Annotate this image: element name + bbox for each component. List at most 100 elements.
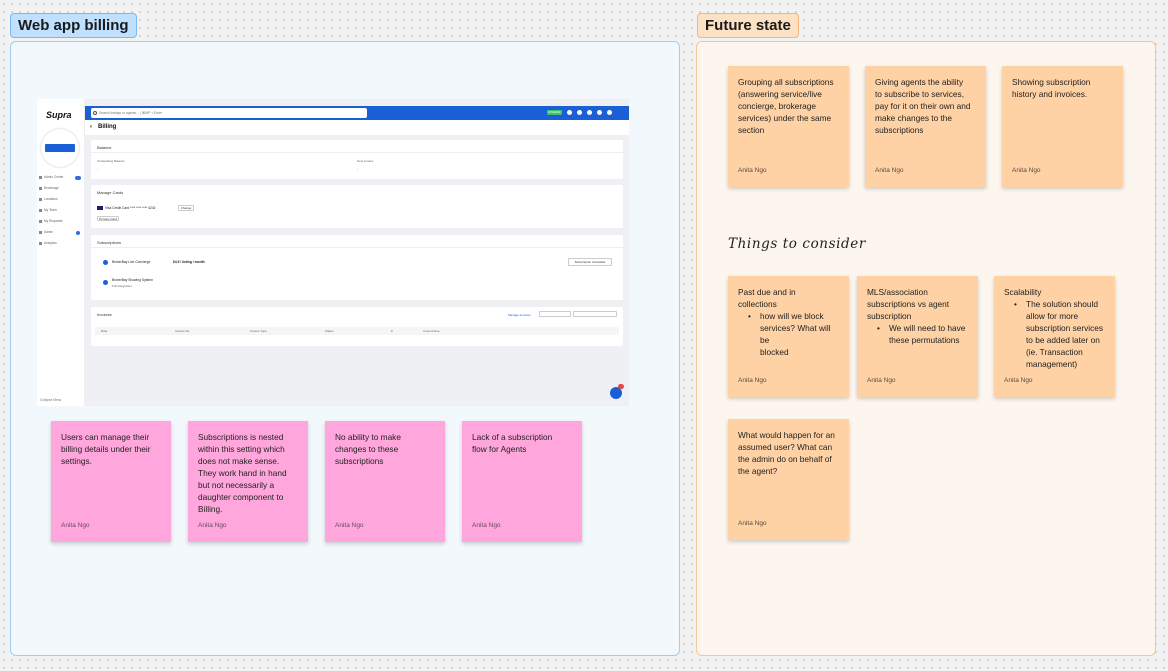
app-sidebar: Supra Admin Center Brokerage Locations M… <box>37 99 85 406</box>
column-invoice-type: Invoice Type <box>250 329 267 333</box>
sticky-title: MLS/association subscriptions vs agent s… <box>867 287 950 321</box>
section-title-future-state[interactable]: Future state <box>697 13 799 38</box>
invoice-table-header: Date Invoice No. Invoice Type Status # A… <box>95 327 619 335</box>
sticky-text: Subscriptions is nested within this sett… <box>198 432 287 514</box>
sticky-author: Anita Ngo <box>738 377 767 384</box>
bullet-item: how will we block services? What will be… <box>738 310 839 358</box>
column-status: Status <box>325 329 334 333</box>
sidebar-item-locations: Locations <box>39 197 58 203</box>
sticky-note[interactable]: Showing subscription history and invoice… <box>1002 66 1123 187</box>
notification-badge <box>618 384 624 389</box>
notification-badge <box>75 176 81 180</box>
billing-app-screenshot[interactable]: Supra Admin Center Brokerage Locations M… <box>37 99 629 406</box>
date-filter-end <box>573 311 617 317</box>
subscription-sub: Full Integration <box>112 284 132 288</box>
column-hash: # <box>391 329 393 333</box>
sticky-note[interactable]: No ability to make changes to these subs… <box>325 421 445 542</box>
sticky-author: Anita Ngo <box>867 377 896 384</box>
divider <box>91 247 623 248</box>
balance-heading: Balance <box>97 145 112 150</box>
subscription-icon <box>103 260 108 265</box>
balance-card: Balance Outstanding Balance - Next invoi… <box>91 140 623 179</box>
section-title-web-app-billing[interactable]: Web app billing <box>10 13 137 38</box>
sticky-author: Anita Ngo <box>875 167 904 174</box>
search-input: Search listings or agents... | ⌘MP + Ent… <box>91 108 367 118</box>
subscription-price: $4.5 / listing / month <box>173 260 205 264</box>
sticky-title: Scalability <box>1004 287 1042 297</box>
sidebar-item-label: Analytics <box>44 241 57 245</box>
subscription-name: BrokerBay Live Concierge <box>112 260 151 264</box>
sticky-note[interactable]: Past due and in collections how will we … <box>728 276 849 397</box>
column-amount-due: Amount Due <box>423 329 440 333</box>
bullet-item: The solution should allow for more subsc… <box>1004 298 1105 370</box>
sticky-author: Anita Ngo <box>738 520 767 527</box>
page-header: ‹ Billing <box>85 120 629 135</box>
sidebar-item-label: Admin Center <box>44 175 64 179</box>
sticky-title: Past due and in collections <box>738 287 796 309</box>
sticky-text: Giving agents the ability to subscribe t… <box>875 77 971 135</box>
sticky-author: Anita Ngo <box>738 167 767 174</box>
subscription-name: BrokerBay Showing System <box>112 278 153 282</box>
sticky-bullets: The solution should allow for more subsc… <box>1004 298 1105 370</box>
next-invoice-value: - <box>357 167 359 171</box>
manage-cards-card: Manage Cards Visa Credit Card **** **** … <box>91 185 623 228</box>
visa-card-icon <box>97 206 103 210</box>
outstanding-balance-value: - <box>97 167 99 171</box>
sidebar-item-brokerage: Brokerage <box>39 186 59 192</box>
sidebar-item-label: My Requests <box>44 219 63 223</box>
things-to-consider-heading[interactable]: Things to consider <box>728 236 866 252</box>
next-invoice-label: Next invoice <box>357 159 374 163</box>
search-icon <box>93 111 97 115</box>
sticky-text: No ability to make changes to these subs… <box>335 432 401 466</box>
date-filter-start <box>539 311 571 317</box>
sidebar-item-label: Brokerage <box>44 186 59 190</box>
avatar <box>41 129 79 167</box>
sidebar-item-admin: Admin <box>39 230 53 236</box>
plan-badge: UPGRADE <box>547 110 562 115</box>
help-icon <box>567 110 572 115</box>
subscription-icon <box>103 280 108 285</box>
sticky-note[interactable]: Lack of a subscription flow for Agents A… <box>462 421 582 542</box>
sidebar-item-analytics: Analytics <box>39 241 57 247</box>
sticky-note[interactable]: MLS/association subscriptions vs agent s… <box>857 276 978 397</box>
subscriptions-card: Subscriptions BrokerBay Live Concierge $… <box>91 235 623 300</box>
sticky-title: What would happen for an assumed user? W… <box>738 430 835 476</box>
sticky-author: Anita Ngo <box>335 522 364 529</box>
outstanding-balance-label: Outstanding Balance <box>97 159 125 163</box>
wrench-icon <box>39 230 42 234</box>
chart-icon <box>39 241 42 245</box>
sticky-note[interactable]: Grouping all subscriptions (answering se… <box>728 66 849 187</box>
subscription-status-button: Subscription Cancelled <box>568 258 612 266</box>
sticky-bullets: We will need to have these permutations <box>867 322 968 346</box>
location-icon <box>39 197 42 201</box>
team-icon <box>39 208 42 212</box>
notification-badge <box>76 231 80 235</box>
sticky-note[interactable]: Users can manage their billing details u… <box>51 421 171 542</box>
primary-card-badge: Primary Card <box>97 216 119 221</box>
sticky-note[interactable]: What would happen for an assumed user? W… <box>728 419 849 540</box>
sticky-text: Showing subscription history and invoice… <box>1012 77 1091 99</box>
invoices-heading: Invoices <box>97 312 112 317</box>
sticky-note[interactable]: Scalability The solution should allow fo… <box>994 276 1115 397</box>
sticky-note[interactable]: Giving agents the ability to subscribe t… <box>865 66 986 187</box>
profile-icon <box>607 110 612 115</box>
back-chevron-icon: ‹ <box>90 124 92 130</box>
heart-icon <box>39 219 42 223</box>
manage-invoices-link: Manage Invoices <box>508 313 531 317</box>
sidebar-item-admin-center: Admin Center <box>39 175 64 181</box>
divider <box>91 152 623 153</box>
column-invoice-no: Invoice No. <box>175 329 191 333</box>
sticky-note[interactable]: Subscriptions is nested within this sett… <box>188 421 308 542</box>
sticky-bullets: how will we block services? What will be… <box>738 310 839 358</box>
collapse-menu-label: Collapse Menu <box>40 398 62 402</box>
page-title: Billing <box>98 124 117 130</box>
manage-cards-heading: Manage Cards <box>97 190 124 195</box>
sticky-text: Grouping all subscriptions (answering se… <box>738 77 834 135</box>
sticky-author: Anita Ngo <box>1012 167 1041 174</box>
sticky-author: Anita Ngo <box>472 522 501 529</box>
column-date: Date <box>101 329 108 333</box>
change-card-button: Change <box>178 205 194 211</box>
sidebar-item-my-requests: My Requests <box>39 219 63 225</box>
sidebar-item-label: Locations <box>44 197 58 201</box>
app-top-bar: Search listings or agents... | ⌘MP + Ent… <box>85 106 629 120</box>
